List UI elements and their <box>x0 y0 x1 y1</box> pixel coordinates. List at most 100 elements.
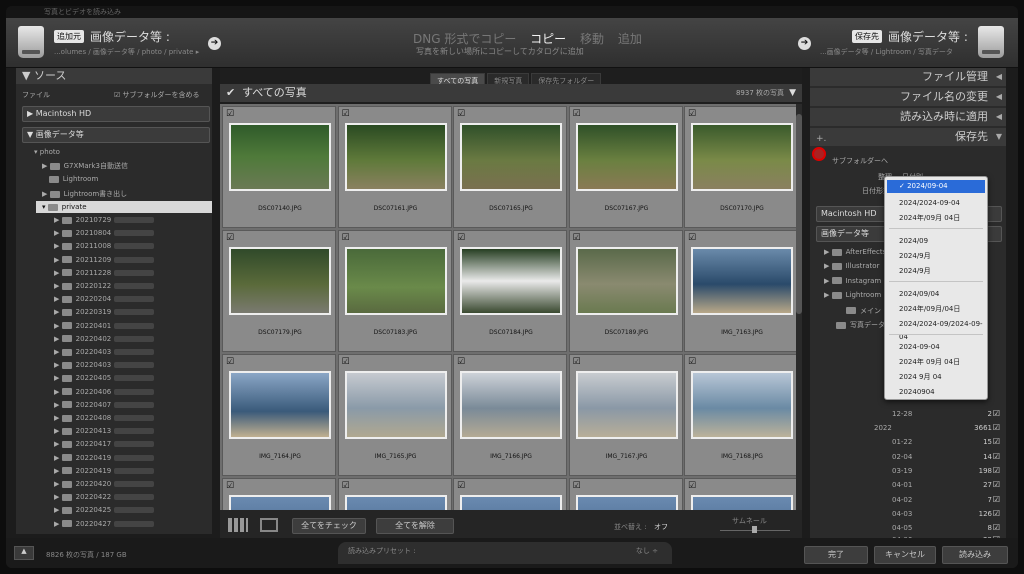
dropdown-option[interactable]: 2024 9月 04 <box>885 371 987 384</box>
check-all-button[interactable]: 全てをチェック <box>292 518 366 534</box>
dropdown-option[interactable]: 2024/2024-09/2024-09-04 <box>885 318 987 341</box>
include-subfolders-checkbox[interactable]: ☑ サブフォルダーを含める <box>114 90 200 100</box>
photo-thumbnail-cell[interactable]: ☑ IMG_7168.JPG <box>684 354 796 476</box>
photo-thumbnail-cell[interactable]: ☑ DSC07183.JPG <box>337 230 452 352</box>
photo-thumbnail[interactable] <box>344 495 447 510</box>
dest-folder-item[interactable]: ▶ Illustrator <box>824 262 879 270</box>
check-icon[interactable]: ☑ <box>688 109 696 119</box>
check-icon[interactable]: ☑ <box>993 480 1000 489</box>
date-folder-label[interactable]: 02-04 <box>892 453 912 461</box>
check-icon[interactable]: ☑ <box>226 481 234 491</box>
triangle-down-icon[interactable]: ▼ <box>789 84 796 102</box>
tree-item-date[interactable]: ▶ 20220319 <box>54 308 155 316</box>
photo-thumbnail-cell[interactable]: ☑ IMG_7165.JPG <box>337 354 452 476</box>
check-icon[interactable]: ☑ <box>226 233 234 243</box>
loupe-view-icon[interactable] <box>260 518 278 532</box>
check-icon[interactable]: ☑ <box>993 495 1000 504</box>
date-folder-label[interactable]: 2022 <box>874 424 892 432</box>
photo-thumbnail-cell[interactable]: ☑ IMG_7163.JPG <box>684 230 796 352</box>
tree-item-date[interactable]: ▶ 20220401 <box>54 322 155 330</box>
photo-thumbnail[interactable] <box>575 495 678 510</box>
tree-item-photo[interactable]: ▾ photo <box>34 148 60 156</box>
photo-thumbnail-cell[interactable]: ☑ IMG_7167.JPG <box>568 354 683 476</box>
date-folder-label[interactable]: 04-03 <box>892 510 912 518</box>
add-folder-icon[interactable]: +. <box>816 134 826 144</box>
check-icon[interactable]: ✔ <box>226 84 235 102</box>
photo-thumbnail[interactable] <box>691 123 793 191</box>
check-icon[interactable]: ☑ <box>573 357 581 367</box>
tree-item-date[interactable]: ▶ 20211008 <box>54 242 155 250</box>
photo-thumbnail-cell[interactable]: ☑ IMG_7164.JPG <box>222 354 336 476</box>
photo-thumbnail-cell[interactable]: ☑ DSC07140.JPG <box>222 106 336 228</box>
check-icon[interactable]: ☑ <box>993 509 1000 518</box>
mode-copy[interactable]: コピー <box>530 32 566 46</box>
tree-item-date[interactable]: ▶ 20210804 <box>54 229 155 237</box>
photo-thumbnail-cell[interactable]: ☑ DSC07167.JPG <box>568 106 683 228</box>
uncheck-all-button[interactable]: 全てを解除 <box>376 518 454 534</box>
tree-item-date[interactable]: ▶ 20220402 <box>54 335 155 343</box>
preset-value[interactable]: なし ÷ <box>636 546 658 556</box>
dropdown-option[interactable]: 2024年/09月 04日 <box>885 212 987 225</box>
tree-item-date[interactable]: ▶ 20211209 <box>54 256 155 264</box>
dropdown-option[interactable]: 2024/2024-09-04 <box>885 197 987 210</box>
volume-image-data[interactable]: ▼ 画像データ等 <box>22 127 210 143</box>
photo-thumbnail[interactable] <box>575 123 678 191</box>
photo-thumbnail-cell[interactable]: ☑ <box>453 478 567 510</box>
dropdown-option[interactable]: 20240904 <box>885 386 987 399</box>
tree-item-date[interactable]: ▶ 20220419 <box>54 454 155 462</box>
photo-thumbnail-cell[interactable]: ☑ DSC07161.JPG <box>337 106 452 228</box>
photo-thumbnail-cell[interactable]: ☑ <box>568 478 683 510</box>
photo-thumbnail[interactable] <box>229 371 331 439</box>
check-icon[interactable]: ☑ <box>573 233 581 243</box>
photo-thumbnail-cell[interactable]: ☑ <box>684 478 796 510</box>
photo-thumbnail-cell[interactable]: ☑ <box>337 478 452 510</box>
check-icon[interactable]: ☑ <box>573 109 581 119</box>
check-icon[interactable]: ☑ <box>573 481 581 491</box>
dropdown-option[interactable]: 2024年/09月/04日 <box>885 303 987 316</box>
photo-thumbnail[interactable] <box>229 495 331 510</box>
photo-thumbnail-cell[interactable]: ☑ <box>222 478 336 510</box>
tree-item-private-selected[interactable]: ▾ private <box>36 201 212 213</box>
dropdown-option-selected[interactable]: ✓ 2024/09-04 <box>887 180 985 193</box>
date-folder-label[interactable]: 01-22 <box>892 438 912 446</box>
photo-thumbnail[interactable] <box>229 247 331 315</box>
check-icon[interactable]: ☑ <box>457 357 465 367</box>
check-icon[interactable]: ☑ <box>993 523 1000 532</box>
dropdown-option[interactable]: 2024/09 <box>885 235 987 248</box>
check-icon[interactable]: ☑ <box>226 357 234 367</box>
check-icon[interactable]: ☑ <box>342 357 350 367</box>
tree-item-date[interactable]: ▶ 20220422 <box>54 493 155 501</box>
section-destination[interactable]: 保存先 ▼ <box>810 128 1006 146</box>
collapse-up-icon[interactable]: ▲ <box>14 546 34 560</box>
photo-thumbnail-cell[interactable]: ☑ DSC07170.JPG <box>684 106 796 228</box>
tree-item-date[interactable]: ▶ 20220405 <box>54 374 155 382</box>
dropdown-option[interactable]: 2024年 09月 04日 <box>885 356 987 369</box>
tree-item-date[interactable]: ▶ 20220419 <box>54 467 155 475</box>
photo-thumbnail[interactable] <box>691 371 793 439</box>
mode-move[interactable]: 移動 <box>580 32 604 46</box>
check-icon[interactable]: ☑ <box>993 437 1000 446</box>
tree-item-date[interactable]: ▶ 20220425 <box>54 506 155 514</box>
dest-folder-item[interactable]: メイン <box>846 306 881 316</box>
volume-macintosh-hd[interactable]: ▶ Macintosh HD <box>22 106 210 122</box>
photo-thumbnail[interactable] <box>460 371 562 439</box>
photo-thumbnail[interactable] <box>460 495 562 510</box>
check-icon[interactable]: ☑ <box>688 233 696 243</box>
photo-thumbnail-cell[interactable]: ☑ DSC07179.JPG <box>222 230 336 352</box>
photo-thumbnail[interactable] <box>691 247 793 315</box>
tree-item[interactable]: Lightroom <box>42 175 98 183</box>
date-folder-label[interactable]: 12-28 <box>892 410 912 418</box>
import-button[interactable]: 読み込み <box>942 546 1008 564</box>
tree-item-date[interactable]: ▶ 20220417 <box>54 440 155 448</box>
photo-thumbnail[interactable] <box>229 123 331 191</box>
date-folder-label[interactable]: 04-02 <box>892 496 912 504</box>
dropdown-option[interactable]: 2024/9月 <box>885 265 987 278</box>
check-icon[interactable]: ☑ <box>342 109 350 119</box>
tree-item[interactable]: ▶ Lightroom書き出し <box>42 189 127 199</box>
check-icon[interactable]: ☑ <box>993 423 1000 432</box>
photo-thumbnail[interactable] <box>344 247 447 315</box>
check-icon[interactable]: ☑ <box>993 452 1000 461</box>
dest-folder-item[interactable]: ▶ Lightroom <box>824 291 881 299</box>
sort-value[interactable]: オフ <box>654 522 668 532</box>
tree-item-date[interactable]: ▶ 20220204 <box>54 295 155 303</box>
